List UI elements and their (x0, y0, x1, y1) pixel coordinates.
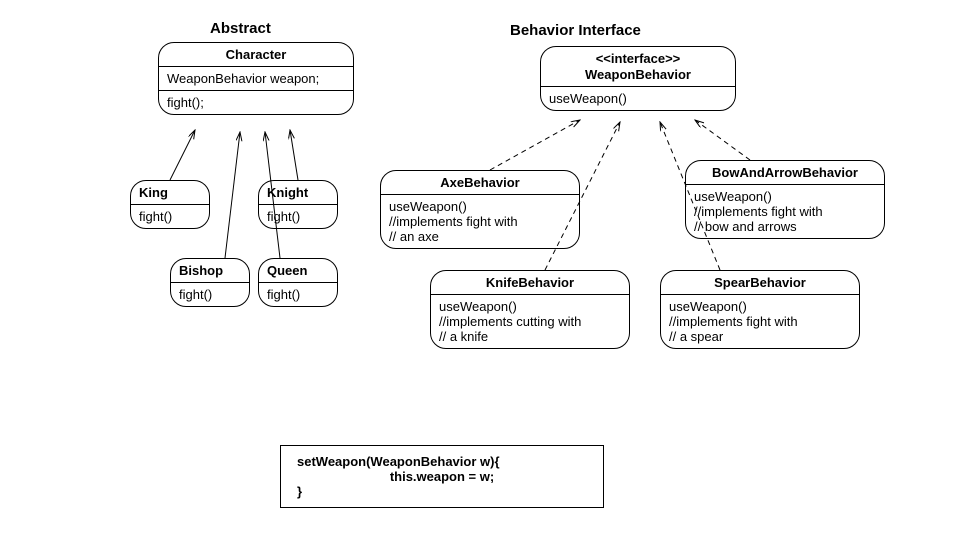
class-bowbehavior: BowAndArrowBehavior useWeapon() //implem… (685, 160, 885, 239)
class-knight-name: Knight (259, 181, 337, 205)
class-knifebehavior-body: useWeapon() //implements cutting with //… (431, 295, 629, 348)
class-king: King fight() (130, 180, 210, 229)
code-line3: } (297, 484, 587, 499)
class-queen-method: fight() (259, 283, 337, 306)
code-line1: setWeapon(WeaponBehavior w){ (297, 454, 587, 469)
class-character-name: Character (159, 43, 353, 67)
class-spearbehavior: SpearBehavior useWeapon() //implements f… (660, 270, 860, 349)
class-bowbehavior-name: BowAndArrowBehavior (686, 161, 884, 185)
class-bowbehavior-body: useWeapon() //implements fight with // b… (686, 185, 884, 238)
code-snippet: setWeapon(WeaponBehavior w){ this.weapon… (280, 445, 604, 508)
class-axebehavior: AxeBehavior useWeapon() //implements fig… (380, 170, 580, 249)
class-axebehavior-name: AxeBehavior (381, 171, 579, 195)
class-king-method: fight() (131, 205, 209, 228)
abstract-title: Abstract (210, 20, 271, 37)
class-spearbehavior-name: SpearBehavior (661, 271, 859, 295)
class-spearbehavior-body: useWeapon() //implements fight with // a… (661, 295, 859, 348)
class-king-name: King (131, 181, 209, 205)
class-knifebehavior-name: KnifeBehavior (431, 271, 629, 295)
class-queen: Queen fight() (258, 258, 338, 307)
class-character-field: WeaponBehavior weapon; (159, 67, 353, 91)
class-bishop: Bishop fight() (170, 258, 250, 307)
class-character-method: fight(); (159, 91, 353, 114)
interface-name: WeaponBehavior (585, 67, 691, 82)
class-queen-name: Queen (259, 259, 337, 283)
interface-stereotype: <<interface>> (596, 51, 681, 66)
class-axebehavior-body: useWeapon() //implements fight with // a… (381, 195, 579, 248)
class-knight: Knight fight() (258, 180, 338, 229)
interface-weaponbehavior-header: <<interface>> WeaponBehavior (541, 47, 735, 87)
class-knifebehavior: KnifeBehavior useWeapon() //implements c… (430, 270, 630, 349)
interface-weaponbehavior: <<interface>> WeaponBehavior useWeapon() (540, 46, 736, 111)
class-knight-method: fight() (259, 205, 337, 228)
class-bishop-method: fight() (171, 283, 249, 306)
class-character: Character WeaponBehavior weapon; fight()… (158, 42, 354, 115)
interface-method: useWeapon() (541, 87, 735, 110)
class-bishop-name: Bishop (171, 259, 249, 283)
code-line2: this.weapon = w; (297, 469, 587, 484)
interface-title: Behavior Interface (510, 22, 641, 39)
